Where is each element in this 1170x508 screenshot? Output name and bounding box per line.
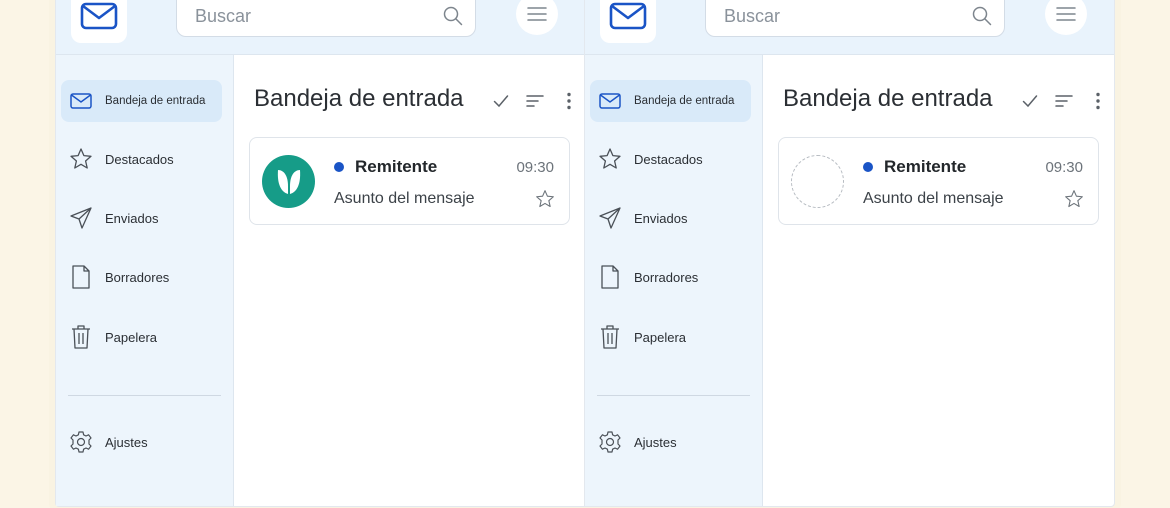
page-title: Bandeja de entrada — [783, 85, 993, 112]
sidebar-item-label: Ajustes — [634, 434, 677, 450]
send-icon — [593, 206, 627, 230]
check-icon[interactable] — [1018, 91, 1042, 111]
email-app-comparison: Bandeja de entrada Destacados Enviados B… — [55, 0, 1115, 507]
search-input[interactable] — [724, 0, 954, 32]
sidebar-item-label: Papelera — [105, 329, 158, 345]
search-icon[interactable] — [972, 6, 992, 26]
sidebar-item-settings[interactable]: Ajustes — [61, 421, 222, 463]
sidebar: Bandeja de entrada Destacados Enviados B… — [585, 55, 763, 506]
send-icon — [64, 206, 98, 230]
trash-icon — [64, 324, 98, 350]
sidebar-item-label: Enviados — [634, 210, 688, 226]
sidebar-item-sent[interactable]: Enviados — [590, 197, 751, 239]
main-content: Bandeja de entrada Remitente 09:30 Asunt… — [763, 55, 1114, 506]
search-box[interactable] — [176, 0, 476, 37]
sidebar-item-starred[interactable]: Destacados — [590, 138, 751, 180]
sidebar-item-settings[interactable]: Ajustes — [590, 421, 751, 463]
page-title: Bandeja de entrada — [254, 85, 464, 112]
filter-icon[interactable] — [1052, 91, 1076, 111]
main-content: Bandeja de entrada Remitente 09:30 Asunt… — [234, 55, 584, 506]
leaf-logo-icon — [277, 169, 300, 194]
message-sender: Remitente — [355, 157, 438, 176]
message-sender: Remitente — [884, 157, 967, 176]
sidebar-item-inbox[interactable]: Bandeja de entrada — [61, 80, 222, 122]
mail-icon — [593, 93, 627, 109]
search-input[interactable] — [195, 0, 425, 32]
sidebar-item-label: Destacados — [634, 151, 703, 167]
star-icon[interactable] — [1064, 189, 1084, 209]
more-options-icon[interactable] — [557, 91, 581, 111]
sidebar-item-label: Borradores — [105, 269, 170, 285]
email-pane-1: Bandeja de entrada Destacados Enviados B… — [56, 0, 585, 506]
sidebar-item-sent[interactable]: Enviados — [61, 197, 222, 239]
trash-icon — [593, 324, 627, 350]
unread-indicator — [863, 162, 873, 172]
message-subject: Asunto del mensaje — [334, 190, 475, 207]
sidebar-item-starred[interactable]: Destacados — [61, 138, 222, 180]
mail-logo-icon — [80, 2, 118, 30]
message-card[interactable]: Remitente 09:30 Asunto del mensaje — [778, 137, 1099, 225]
message-card[interactable]: Remitente 09:30 Asunto del mensaje — [249, 137, 570, 225]
sidebar: Bandeja de entrada Destacados Enviados B… — [56, 55, 234, 506]
document-icon — [64, 264, 98, 290]
message-subject: Asunto del mensaje — [863, 190, 1004, 207]
toolbar — [1018, 91, 1110, 111]
check-icon[interactable] — [489, 91, 513, 111]
mail-icon — [64, 93, 98, 109]
search-box[interactable] — [705, 0, 1005, 37]
sidebar-item-label: Borradores — [634, 269, 699, 285]
sidebar-divider — [68, 395, 221, 396]
mail-logo-icon — [609, 2, 647, 30]
star-icon — [64, 147, 98, 171]
sidebar-item-trash[interactable]: Papelera — [590, 316, 751, 358]
top-bar — [585, 0, 1114, 55]
sidebar-item-drafts[interactable]: Borradores — [61, 256, 222, 298]
avatar-placeholder — [791, 155, 844, 208]
sidebar-item-label: Ajustes — [105, 434, 148, 450]
sidebar-divider — [597, 395, 750, 396]
avatar — [262, 155, 315, 208]
hamburger-icon — [1056, 7, 1076, 21]
sidebar-item-label: Destacados — [105, 151, 174, 167]
gear-icon — [64, 430, 98, 454]
toolbar — [489, 91, 581, 111]
star-icon — [593, 147, 627, 171]
message-time: 09:30 — [516, 159, 554, 176]
sidebar-item-label: Papelera — [634, 329, 687, 345]
sidebar-item-trash[interactable]: Papelera — [61, 316, 222, 358]
sidebar-item-label: Bandeja de entrada — [634, 95, 735, 107]
menu-button[interactable] — [1045, 0, 1087, 35]
star-icon[interactable] — [535, 189, 555, 209]
app-logo[interactable] — [600, 0, 656, 43]
hamburger-icon — [527, 7, 547, 21]
search-icon[interactable] — [443, 6, 463, 26]
sidebar-item-label: Enviados — [105, 210, 159, 226]
menu-button[interactable] — [516, 0, 558, 35]
unread-indicator — [334, 162, 344, 172]
sidebar-item-label: Bandeja de entrada — [105, 95, 206, 107]
top-bar — [56, 0, 584, 55]
sidebar-item-inbox[interactable]: Bandeja de entrada — [590, 80, 751, 122]
app-logo[interactable] — [71, 0, 127, 43]
document-icon — [593, 264, 627, 290]
message-time: 09:30 — [1045, 159, 1083, 176]
more-options-icon[interactable] — [1086, 91, 1110, 111]
sidebar-item-drafts[interactable]: Borradores — [590, 256, 751, 298]
filter-icon[interactable] — [523, 91, 547, 111]
gear-icon — [593, 430, 627, 454]
email-pane-2: Bandeja de entrada Destacados Enviados B… — [585, 0, 1114, 506]
